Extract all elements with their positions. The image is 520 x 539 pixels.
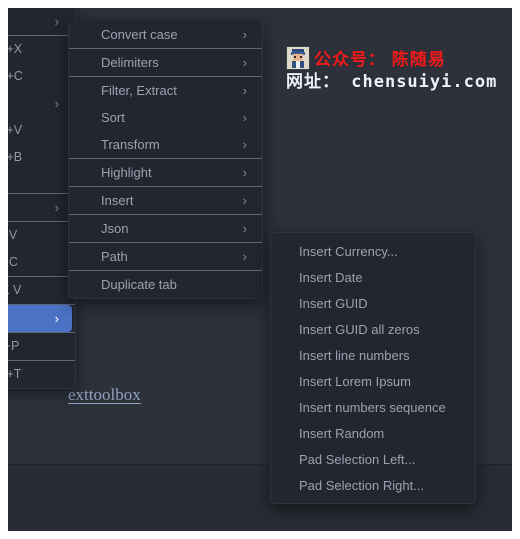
menu-item-highlight[interactable]: Highlight [69,159,262,186]
menu-item-pad-selection-right[interactable]: Pad Selection Right... [271,473,475,499]
menu-item-label: Insert GUID [299,296,368,311]
menu-item-shortcut: hift+P [8,339,20,353]
menu-item-label: Duplicate tab [101,277,177,292]
menu-item[interactable] [8,194,75,221]
menu-item-label: Filter, Extract [101,83,177,98]
menu-item-path[interactable]: Path [69,243,262,270]
menu-item[interactable]: hift+P [8,333,75,360]
menu-item-insert-lorem-ipsum[interactable]: Insert Lorem Ipsum [271,369,475,395]
menu-item-label: Insert numbers sequence [299,400,446,415]
avatar-glyph [287,47,309,69]
chevron-right-icon [55,194,59,221]
menu-item-label: Insert Currency... [299,244,398,259]
menu-item[interactable]: Alt+V [8,222,75,249]
menu-item[interactable]: Ctrl+T [8,361,75,388]
chevron-right-icon [55,90,59,117]
menu-item-label: Insert Lorem Ipsum [299,374,411,389]
chevron-right-icon [243,77,247,104]
chevron-right-icon [243,243,247,270]
menu-item-label: Insert GUID all zeros [299,322,420,337]
menu-item-label: Insert line numbers [299,348,410,363]
screenshot-root: exttoolbox 公众号： 陈随易 网址： chensuiyi.com Ct… [0,0,520,539]
menu-item[interactable]: Ctrl+B [8,144,75,171]
menu-item-insert-currency[interactable]: Insert Currency... [271,239,475,265]
insert-submenu[interactable]: Insert Currency... Insert Date Insert GUID… [270,232,476,504]
menu-item-insert-line-numbers[interactable]: Insert line numbers [271,343,475,369]
menu-item-label: Transform [101,137,160,152]
menu-item-filter-extract[interactable]: Filter, Extract [69,77,262,104]
menu-item-shortcut: Ctrl+T [8,367,22,381]
menu-item-insert[interactable]: Insert [69,187,262,214]
menu-item[interactable]: Ctrl+X [8,36,75,63]
chevron-right-icon [243,104,247,131]
menu-item-label: Pad Selection Left... [299,452,416,467]
menu-item[interactable]: Ctrl+V [8,117,75,144]
application-background: exttoolbox 公众号： 陈随易 网址： chensuiyi.com Ct… [8,8,512,531]
menu-item-shortcut: rl+K V [8,283,22,297]
menu-item-label: Insert Date [299,270,363,285]
menu-item-json[interactable]: Json [69,215,262,242]
menu-item-label: Json [101,221,129,236]
text-tools-context-menu[interactable]: Convert case Delimiters Filter, Extract Sor… [68,21,263,299]
menu-item-insert-date[interactable]: Insert Date [271,265,475,291]
menu-item[interactable]: Ctrl+C [8,63,75,90]
menu-item-label: Pad Selection Right... [299,478,425,493]
menu-item[interactable]: rl+K V [8,277,75,304]
menu-item-insert-guid-all-zeros[interactable]: Insert GUID all zeros [271,317,475,343]
menu-item-transform[interactable]: Transform [69,131,262,158]
menu-item-label: Delimiters [101,55,159,70]
menu-item[interactable]: Alt+C [8,249,75,276]
parent-context-menu[interactable]: Ctrl+X Ctrl+C Ctrl+V Ctrl+B Alt+V Alt+C rl+K V… [8,8,76,389]
chevron-right-icon [243,21,247,48]
menu-item-sort[interactable]: Sort [69,104,262,131]
chevron-right-icon [243,187,247,214]
menu-item-shortcut: Ctrl+V [8,123,23,137]
chevron-right-icon [243,49,247,76]
menu-item-convert-case[interactable]: Convert case [69,21,262,48]
menu-item-shortcut: Alt+C [8,255,18,269]
menu-item-pad-selection-left[interactable]: Pad Selection Left... [271,447,475,473]
watermark-url-label: 网址： [286,72,340,91]
menu-item[interactable] [8,90,75,117]
menu-item-insert-numbers-sequence[interactable]: Insert numbers sequence [271,395,475,421]
menu-item-shortcut: Ctrl+C [8,69,23,83]
menu-item-shortcut: Alt+V [8,228,18,242]
menu-item-label: Sort [101,110,125,125]
page-link-exttoolbox[interactable]: exttoolbox [68,385,141,405]
menu-item[interactable] [8,8,75,35]
menu-item-shortcut: Ctrl+X [8,42,23,56]
chevron-right-icon [55,305,59,332]
menu-item-label: Convert case [101,27,178,42]
menu-item-duplicate-tab[interactable]: Duplicate tab [69,271,262,298]
chevron-right-icon [243,131,247,158]
chevron-right-icon [243,215,247,242]
menu-item-insert-guid[interactable]: Insert GUID [271,291,475,317]
chevron-right-icon [55,8,59,35]
menu-item-shortcut: Ctrl+B [8,150,23,164]
menu-item-selected[interactable] [8,305,72,332]
menu-item-label: Highlight [101,165,152,180]
watermark: 公众号： 陈随易 网址： chensuiyi.com [286,45,496,97]
menu-item-insert-random[interactable]: Insert Random [271,421,475,447]
chevron-right-icon [243,159,247,186]
watermark-url-value: chensuiyi.com [351,72,498,92]
menu-item-delimiters[interactable]: Delimiters [69,49,262,76]
menu-spacer [8,171,75,193]
watermark-url-line: 网址： chensuiyi.com [286,67,497,92]
menu-item-label: Insert [101,193,134,208]
menu-item-label: Path [101,249,128,264]
menu-item-label: Insert Random [299,426,385,441]
